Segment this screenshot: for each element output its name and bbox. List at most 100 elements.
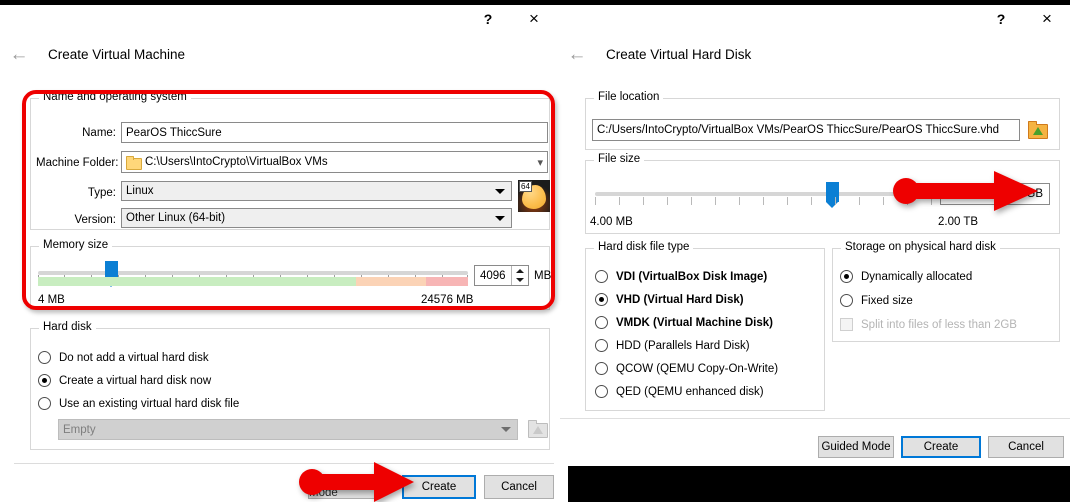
help-button[interactable]: ?: [465, 5, 511, 33]
os-type-value: Linux: [126, 185, 154, 197]
memory-size-value[interactable]: 4096: [475, 266, 511, 285]
radio-label: QED (QEMU enhanced disk): [616, 385, 764, 398]
close-icon[interactable]: ×: [1024, 5, 1070, 33]
page-title: Create Virtual Machine: [48, 46, 186, 62]
file-size-input[interactable]: 30.79 GB: [940, 183, 1050, 205]
browse-file-location-icon[interactable]: [1028, 121, 1048, 139]
right-dialog-header: ← Create Virtual Hard Disk: [566, 43, 752, 65]
create-virtual-hard-disk-dialog: ? × ← Create Virtual Hard Disk File loca…: [560, 5, 1070, 466]
back-arrow-icon[interactable]: ←: [566, 43, 588, 65]
radio-bullet-icon: [595, 293, 608, 306]
help-button[interactable]: ?: [978, 5, 1024, 33]
radio-bullet-icon: [840, 294, 853, 307]
radio-label: Use an existing virtual hard disk file: [59, 397, 240, 410]
spinner-down-icon[interactable]: [512, 276, 528, 286]
radio-label: Create a virtual hard disk now: [59, 374, 212, 387]
radio-qed[interactable]: QED (QEMU enhanced disk): [595, 385, 764, 398]
label-type: Type:: [87, 187, 116, 199]
os-version-combo[interactable]: Other Linux (64-bit): [121, 208, 512, 228]
right-titlebar-buttons: ? ×: [978, 5, 1070, 33]
radio-vmdk[interactable]: VMDK (Virtual Machine Disk): [595, 316, 773, 329]
checkbox-split-into-files: Split into files of less than 2GB: [840, 318, 1017, 331]
guided-mode-button[interactable]: Guided Mode: [818, 436, 894, 458]
os-type-icon: 64: [518, 180, 550, 212]
label-machine-folder: Machine Folder:: [36, 157, 119, 169]
folder-icon: [126, 156, 142, 170]
memory-max-label: 24576 MB: [421, 294, 474, 306]
radio-create-disk-now[interactable]: Create a virtual hard disk now: [38, 374, 211, 387]
checkbox-box-icon: [840, 318, 853, 331]
memory-unit-label: MB: [534, 270, 552, 282]
group-legend-file-location: File location: [594, 91, 664, 103]
close-icon[interactable]: ×: [511, 5, 557, 33]
label-name: Name:: [82, 127, 116, 139]
group-legend-file-size: File size: [594, 153, 645, 165]
file-size-min-label: 4.00 MB: [590, 216, 633, 228]
file-size-slider-ticks: [595, 197, 985, 207]
bottom-right-black-area: [568, 466, 1070, 502]
memory-range-bar: [38, 277, 468, 286]
group-legend-disk-file-type: Hard disk file type: [594, 241, 694, 253]
radio-label: Do not add a virtual hard disk: [59, 351, 209, 364]
os-bitness-badge: 64: [519, 181, 532, 192]
os-version-value: Other Linux (64-bit): [126, 212, 226, 224]
existing-disk-value: Empty: [63, 423, 96, 436]
file-location-input[interactable]: C:/Users/IntoCrypto/VirtualBox VMs/PearO…: [592, 119, 1020, 141]
radio-fixed-size[interactable]: Fixed size: [840, 294, 913, 307]
radio-bullet-icon: [840, 270, 853, 283]
os-type-combo[interactable]: Linux: [121, 181, 512, 201]
caret-down-icon: [495, 188, 505, 194]
memory-range-red: [426, 277, 468, 286]
group-legend-hard-disk: Hard disk: [39, 321, 96, 333]
radio-bullet-icon: [38, 351, 51, 364]
radio-hdd[interactable]: HDD (Parallels Hard Disk): [595, 339, 750, 352]
radio-label: QCOW (QEMU Copy-On-Write): [616, 362, 779, 375]
caret-down-icon: [495, 215, 505, 221]
radio-do-not-add-disk[interactable]: Do not add a virtual hard disk: [38, 351, 209, 364]
radio-label: VMDK (Virtual Machine Disk): [616, 316, 773, 329]
radio-use-existing-disk[interactable]: Use an existing virtual hard disk file: [38, 397, 239, 410]
machine-folder-combo[interactable]: C:\Users\IntoCrypto\VirtualBox VMs ▾: [121, 151, 548, 173]
radio-bullet-icon: [595, 270, 608, 283]
existing-disk-combo: Empty: [58, 419, 518, 440]
radio-label: Fixed size: [861, 294, 913, 307]
radio-qcow[interactable]: QCOW (QEMU Copy-On-Write): [595, 362, 778, 375]
radio-bullet-icon: [595, 362, 608, 375]
left-dialog-header: ← Create Virtual Machine: [8, 43, 186, 65]
group-legend-storage: Storage on physical hard disk: [841, 241, 1000, 253]
machine-folder-value: C:\Users\IntoCrypto\VirtualBox VMs: [145, 156, 328, 168]
screenshot-root: ? × ← Create Virtual Machine Name and op…: [0, 0, 1070, 502]
radio-bullet-icon: [595, 385, 608, 398]
cancel-button[interactable]: Cancel: [988, 436, 1064, 458]
radio-bullet-icon: [595, 339, 608, 352]
create-button[interactable]: Create: [901, 436, 981, 458]
guided-mode-button[interactable]: Guided Mode: [308, 475, 378, 499]
spinner-up-icon[interactable]: [512, 266, 528, 276]
file-size-slider-track[interactable]: [595, 192, 985, 196]
vm-name-input[interactable]: PearOS ThiccSure: [121, 122, 548, 143]
radio-label: HDD (Parallels Hard Disk): [616, 339, 750, 352]
radio-vdi[interactable]: VDI (VirtualBox Disk Image): [595, 270, 767, 283]
create-button[interactable]: Create: [402, 475, 476, 499]
create-virtual-machine-dialog: ? × ← Create Virtual Machine Name and op…: [0, 5, 568, 502]
memory-size-spinbox[interactable]: 4096: [474, 265, 529, 286]
radio-vhd[interactable]: VHD (Virtual Hard Disk): [595, 293, 744, 306]
radio-dynamically-allocated[interactable]: Dynamically allocated: [840, 270, 972, 283]
checkbox-label: Split into files of less than 2GB: [861, 318, 1017, 331]
back-arrow-icon[interactable]: ←: [8, 43, 30, 65]
radio-bullet-icon: [38, 374, 51, 387]
chevron-down-icon: ▾: [537, 156, 543, 169]
left-titlebar-buttons: ? ×: [465, 5, 557, 33]
radio-label: VDI (VirtualBox Disk Image): [616, 270, 768, 283]
right-footer-separator: [560, 418, 1070, 419]
left-footer-separator: [14, 463, 554, 464]
label-version: Version:: [74, 214, 116, 226]
radio-bullet-icon: [595, 316, 608, 329]
memory-range-orange: [356, 277, 426, 286]
browse-disk-icon: [528, 420, 548, 438]
group-legend-name-os: Name and operating system: [39, 91, 191, 103]
spinner-arrows[interactable]: [511, 266, 528, 285]
memory-min-label: 4 MB: [38, 294, 65, 306]
cancel-button[interactable]: Cancel: [484, 475, 554, 499]
memory-range-green: [38, 277, 356, 286]
